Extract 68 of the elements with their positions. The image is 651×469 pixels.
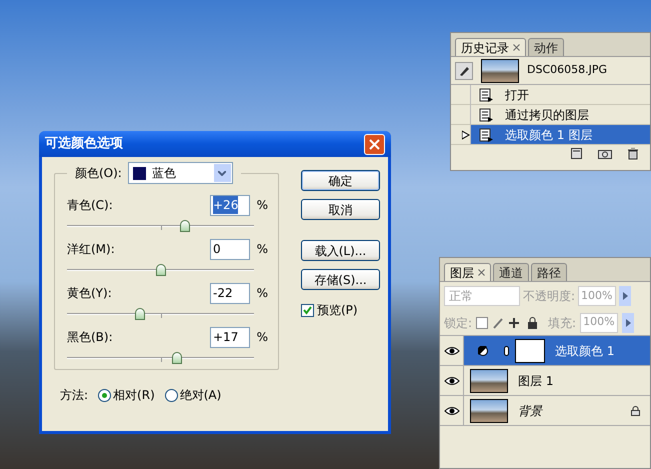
close-icon [369,138,380,150]
arrow-right-icon[interactable] [619,286,632,306]
close-button[interactable] [364,134,385,154]
dialog-button[interactable]: 存储(S)... [301,269,380,290]
color-dropdown[interactable]: 蓝色 [128,162,233,184]
percent-sign: % [256,241,268,258]
dialog-title: 可选颜色选项 [45,134,123,154]
panel-tab[interactable]: 动作 [528,38,564,56]
dialog-button[interactable]: 确定 [301,170,380,191]
checkbox-label: 预览(P) [317,302,358,319]
brush-icon[interactable] [455,62,473,80]
snapshot-name[interactable]: DSC06058.JPG [527,62,608,79]
photo-thumbnail [470,398,508,422]
new-document-icon[interactable] [571,148,582,160]
slider-thumb[interactable] [180,220,190,232]
value-field[interactable]: +26 [210,194,250,216]
slider-label: 黄色(Y): [67,285,113,302]
dialog-button[interactable]: 载入(L)... [301,240,380,261]
percent-sign: % [256,285,268,302]
slider-thumb[interactable] [134,308,145,320]
opacity-label: 不透明度: [523,288,576,305]
value-field[interactable]: -22 [210,282,250,304]
panel-tab[interactable]: 图层 [444,263,491,281]
history-item[interactable]: 选取颜色 1 图层 [471,125,650,144]
slider-label: 青色(C): [67,197,114,214]
value-field[interactable]: +17 [210,326,250,348]
lock-label: 锁定: [444,314,472,332]
eye-icon[interactable] [444,346,460,356]
slider-thumb[interactable] [156,264,166,276]
close-icon[interactable] [513,44,520,51]
slider-label: 洋红(M): [67,241,116,258]
radio-button[interactable] [98,388,112,402]
panel-tab[interactable]: 路径 [531,263,567,281]
percent-sign: % [256,329,268,346]
photo-thumbnail [470,368,508,392]
eye-icon[interactable] [444,406,460,416]
layer-mask-thumbnail [515,338,545,362]
camera-icon[interactable] [598,148,612,160]
document-icon [479,128,493,142]
fill-label: 填充: [548,314,576,332]
slider-thumb[interactable] [172,352,182,364]
panel-tab[interactable]: 历史记录 [455,38,526,56]
document-icon [479,88,493,102]
panel-tab[interactable]: 通道 [493,263,529,281]
trash-icon[interactable] [628,148,638,160]
dialog-button[interactable]: 取消 [301,199,380,220]
slider-label: 黑色(B): [67,329,114,346]
history-item[interactable]: 通过拷贝的图层 [471,105,650,124]
radio-label: 相对(R) [113,387,155,404]
method-label: 方法: [60,387,88,404]
history-item[interactable]: 打开 [471,85,650,104]
percent-sign: % [256,197,268,214]
color-swatch [132,166,146,180]
document-icon [479,108,493,122]
eye-icon[interactable] [444,376,460,386]
close-icon[interactable] [478,269,485,276]
adjustment-icon [478,346,488,356]
arrow-right-icon[interactable] [622,312,634,332]
radio-button[interactable] [164,388,178,402]
radio-label: 绝对(A) [180,387,222,404]
photo-thumbnail [481,58,519,82]
preview-checkbox[interactable] [301,304,314,316]
color-label: 颜色(O): [75,165,122,182]
layer-row[interactable]: 选取颜色 1 [464,336,650,365]
link-icon [504,346,509,356]
layer-row[interactable]: 背景 [464,396,650,425]
value-field[interactable]: 0 [210,238,250,260]
layer-row[interactable]: 图层 1 [464,366,650,395]
